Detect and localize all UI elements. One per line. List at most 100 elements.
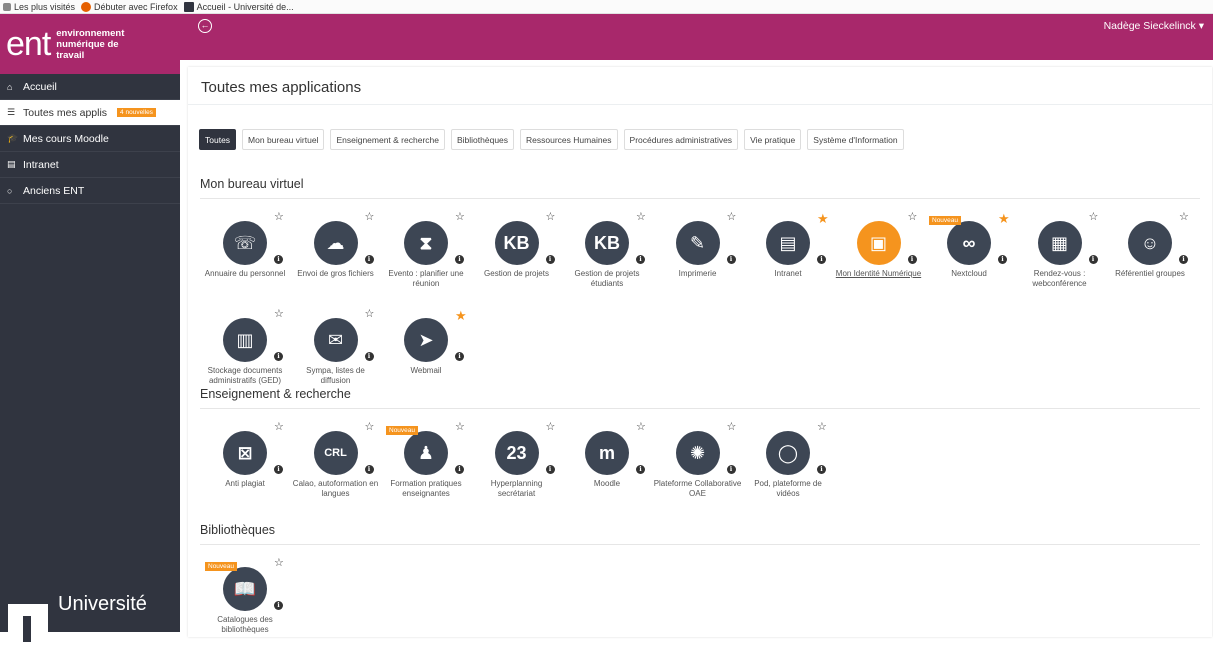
favorite-star-icon[interactable]: ☆	[908, 212, 918, 223]
filter-tab-3[interactable]: Bibliothèques	[450, 129, 515, 150]
info-icon[interactable]: i	[907, 255, 917, 264]
app-label[interactable]: Rendez-vous : webconférence	[1015, 269, 1105, 288]
app-icon[interactable]: ➤	[404, 318, 448, 362]
bookmark-most-visited[interactable]: Les plus visités	[3, 2, 75, 12]
favorite-star-icon[interactable]: ☆	[274, 422, 284, 433]
favorite-star-icon[interactable]: ☆	[817, 422, 827, 433]
app-label[interactable]: Intranet	[743, 269, 833, 279]
favorite-star-icon[interactable]: ☆	[546, 212, 556, 223]
app-icon[interactable]: ♟	[404, 431, 448, 475]
favorite-star-icon[interactable]: ☆	[455, 212, 465, 223]
app-label[interactable]: Envoi de gros fichiers	[291, 269, 381, 279]
ent-logo[interactable]: ent environnement numérique de travail	[0, 14, 180, 74]
app-label[interactable]: Plateforme Collaborative OAE	[653, 479, 743, 498]
favorite-star-icon[interactable]: ☆	[727, 212, 737, 223]
info-icon[interactable]: i	[817, 465, 826, 474]
favorite-star-icon[interactable]: ☆	[365, 212, 375, 223]
app-label[interactable]: Webmail	[381, 366, 471, 376]
info-icon[interactable]: i	[636, 465, 645, 474]
app-icon[interactable]: ▥	[223, 318, 267, 362]
app-tile[interactable]: ▤ ★ i Intranet	[743, 212, 833, 316]
app-icon[interactable]: ◯	[766, 431, 810, 475]
app-tile[interactable]: ▦ ☆ i Rendez-vous : webconférence	[1015, 212, 1105, 316]
app-label[interactable]: Sympa, listes de diffusion	[291, 366, 381, 385]
favorite-star-icon[interactable]: ★	[455, 309, 467, 322]
app-tile[interactable]: m ☆ i Moodle	[562, 422, 652, 526]
info-icon[interactable]: i	[817, 255, 826, 264]
favorite-star-icon[interactable]: ☆	[274, 212, 284, 223]
app-label[interactable]: Hyperplanning secrétariat	[472, 479, 562, 498]
favorite-star-icon[interactable]: ☆	[727, 422, 737, 433]
app-label[interactable]: Nextcloud	[924, 269, 1014, 279]
app-tile[interactable]: ∞ ★ i Nouveau Nextcloud	[924, 212, 1014, 316]
filter-tab-5[interactable]: Procédures administratives	[623, 129, 739, 150]
app-label[interactable]: Anti plagiat	[200, 479, 290, 489]
app-tile[interactable]: ✺ ☆ i Plateforme Collaborative OAE	[653, 422, 743, 526]
app-icon[interactable]: ☺	[1128, 221, 1172, 265]
app-icon[interactable]: ✉	[313, 318, 358, 362]
app-tile[interactable]: CRL ☆ i Calao, autoformation en langues	[291, 422, 381, 526]
sidebar-item-toutes-mes-applis[interactable]: ☰ Toutes mes applis 4 nouvelles	[0, 100, 180, 126]
favorite-star-icon[interactable]: ☆	[274, 309, 284, 320]
app-tile[interactable]: ☺ ☆ i Référentiel groupes	[1105, 212, 1195, 316]
info-icon[interactable]: i	[545, 465, 555, 474]
filter-tab-2[interactable]: Enseignement & recherche	[330, 129, 445, 150]
info-icon[interactable]: i	[364, 255, 374, 264]
filter-tab-6[interactable]: Vie pratique	[744, 129, 802, 150]
app-tile[interactable]: ▣ ☆ i Mon Identité Numérique	[834, 212, 924, 316]
info-icon[interactable]: i	[726, 465, 736, 474]
app-tile[interactable]: KB ☆ i Gestion de projets étudiants	[562, 212, 652, 316]
app-icon[interactable]: KB	[585, 221, 629, 265]
app-tile[interactable]: ⧗ ☆ i Evento : planifier une réunion	[381, 212, 471, 316]
app-tile[interactable]: ☁ ☆ i Envoi de gros fichiers	[291, 212, 381, 316]
app-icon[interactable]: CRL	[313, 431, 358, 475]
info-icon[interactable]: i	[545, 255, 555, 264]
info-icon[interactable]: i	[364, 352, 374, 361]
back-arrow-icon[interactable]: ←	[198, 19, 212, 33]
app-label[interactable]: Pod, plateforme de vidéos	[743, 479, 833, 498]
app-label[interactable]: Annuaire du personnel	[200, 269, 290, 279]
app-label[interactable]: Mon Identité Numérique	[834, 269, 924, 279]
app-tile[interactable]: 📖 ☆ i Nouveau Catalogues des bibliothèques	[200, 558, 290, 662]
favorite-star-icon[interactable]: ☆	[365, 422, 375, 433]
info-icon[interactable]: i	[274, 465, 283, 474]
info-icon[interactable]: i	[274, 255, 283, 264]
sidebar-item-anciens-ent[interactable]: ○ Anciens ENT	[0, 178, 180, 204]
info-icon[interactable]: i	[455, 465, 464, 474]
app-label[interactable]: Calao, autoformation en langues	[291, 479, 381, 498]
sidebar-item-moodle[interactable]: 🎓 Mes cours Moodle	[0, 126, 180, 152]
filter-tab-7[interactable]: Système d'Information	[807, 129, 904, 150]
app-icon[interactable]: ☏	[223, 221, 267, 265]
app-tile[interactable]: ➤ ★ i Webmail	[381, 309, 471, 413]
app-label[interactable]: Gestion de projets étudiants	[562, 269, 652, 288]
app-label[interactable]: Stockage documents administratifs (GED)	[200, 366, 290, 385]
app-label[interactable]: Evento : planifier une réunion	[381, 269, 471, 288]
bookmark-firefox[interactable]: Débuter avec Firefox	[81, 1, 178, 12]
app-icon[interactable]: ⧗	[404, 221, 448, 265]
app-icon[interactable]: ✎	[675, 221, 720, 265]
app-icon[interactable]: 📖	[223, 567, 267, 611]
sidebar-item-accueil[interactable]: ⌂ Accueil	[0, 74, 180, 100]
app-icon[interactable]: ▦	[1037, 221, 1082, 265]
info-icon[interactable]: i	[998, 255, 1007, 264]
favorite-star-icon[interactable]: ☆	[455, 422, 465, 433]
app-tile[interactable]: KB ☆ i Gestion de projets	[472, 212, 562, 316]
sidebar-item-intranet[interactable]: ▤ Intranet	[0, 152, 180, 178]
info-icon[interactable]: i	[1088, 255, 1098, 264]
app-icon[interactable]: ✺	[675, 431, 720, 475]
info-icon[interactable]: i	[726, 255, 736, 264]
app-label[interactable]: Référentiel groupes	[1105, 269, 1195, 279]
favorite-star-icon[interactable]: ☆	[636, 212, 646, 223]
app-tile[interactable]: ☏ ☆ i Annuaire du personnel	[200, 212, 290, 316]
favorite-star-icon[interactable]: ☆	[365, 309, 375, 320]
info-icon[interactable]: i	[274, 352, 283, 361]
favorite-star-icon[interactable]: ☆	[546, 422, 556, 433]
app-label[interactable]: Catalogues des bibliothèques	[200, 615, 290, 634]
info-icon[interactable]: i	[364, 465, 374, 474]
info-icon[interactable]: i	[636, 255, 645, 264]
info-icon[interactable]: i	[455, 352, 464, 361]
app-tile[interactable]: ♟ ☆ i Nouveau Formation pratiques enseignant…	[381, 422, 471, 526]
app-icon[interactable]: m	[585, 431, 629, 475]
app-tile[interactable]: ◯ ☆ i Pod, plateforme de vidéos	[743, 422, 833, 526]
app-label[interactable]: Moodle	[562, 479, 652, 489]
